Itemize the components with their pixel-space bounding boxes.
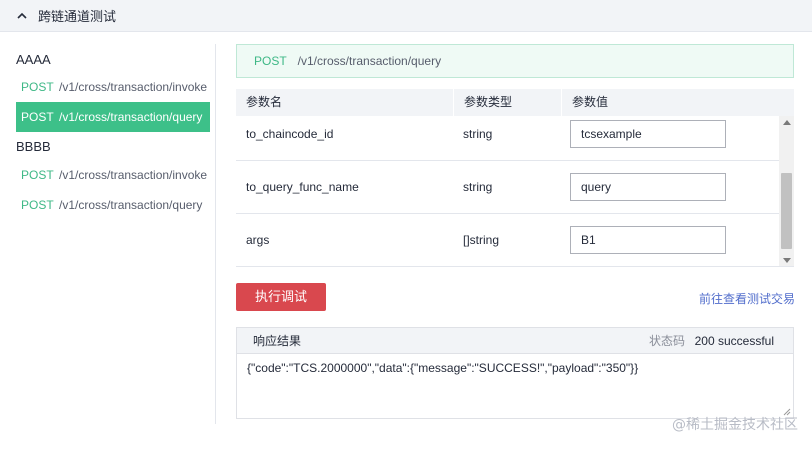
panel-title: 跨链通道测试 <box>38 9 117 24</box>
response-body[interactable]: {"code":"TCS.2000000","data":{"message":… <box>247 361 638 375</box>
api-item-invoke[interactable]: POST /v1/cross/transaction/invoke <box>16 72 210 102</box>
chevron-up-icon[interactable] <box>16 10 28 22</box>
response-panel: 响应结果 状态码 200 successful {"code":"TCS.200… <box>236 327 794 419</box>
endpoint-bar: POST /v1/cross/transaction/query <box>236 44 794 78</box>
panel-header[interactable]: 跨链通道测试 <box>0 0 812 32</box>
param-type: string <box>463 127 493 141</box>
api-path: /v1/cross/transaction/query <box>59 110 203 124</box>
group-label-aaaa: AAAA <box>16 52 51 67</box>
scrollbar-thumb[interactable] <box>781 173 792 249</box>
api-path: /v1/cross/transaction/query <box>59 198 203 212</box>
endpoint-path: /v1/cross/transaction/query <box>297 54 442 68</box>
table-scrollbar[interactable] <box>779 116 794 266</box>
params-table: 参数名 参数类型 参数值 to_chaincode_id string tcse… <box>236 89 794 267</box>
response-header: 响应结果 状态码 200 successful <box>237 328 793 354</box>
view-test-transaction-link[interactable]: 前往查看测试交易 <box>699 290 795 307</box>
group-label-bbbb: BBBB <box>16 139 51 154</box>
status-code-value: 200 successful <box>694 334 774 348</box>
table-row: args []string B1 <box>236 214 779 266</box>
param-value-input[interactable]: B1 <box>570 226 726 254</box>
param-value-input[interactable]: tcsexample <box>570 120 726 148</box>
table-row: to_chaincode_id string tcsexample <box>236 108 779 161</box>
watermark: @稀土掘金技术社区 <box>672 417 798 433</box>
api-method: POST <box>21 168 54 182</box>
api-item-query[interactable]: POST /v1/cross/transaction/query <box>16 190 210 220</box>
response-title: 响应结果 <box>253 334 302 348</box>
param-name: args <box>246 233 270 247</box>
table-row: to_query_func_name string query <box>236 161 779 214</box>
api-item-query-active[interactable]: POST /v1/cross/transaction/query <box>16 102 210 132</box>
param-type: []string <box>463 233 500 247</box>
param-type: string <box>463 180 493 194</box>
scroll-up-arrow-icon[interactable] <box>783 120 791 125</box>
status-code-label: 状态码 <box>648 334 685 348</box>
api-method: POST <box>21 80 54 94</box>
param-name: to_chaincode_id <box>246 127 334 141</box>
scroll-down-arrow-icon[interactable] <box>783 258 791 263</box>
api-sidebar: AAAA POST /v1/cross/transaction/invoke P… <box>0 44 216 424</box>
api-item-invoke[interactable]: POST /v1/cross/transaction/invoke <box>16 160 210 190</box>
api-method: POST <box>21 110 54 124</box>
api-path: /v1/cross/transaction/invoke <box>59 80 208 94</box>
endpoint-method: POST <box>254 54 287 68</box>
api-path: /v1/cross/transaction/invoke <box>59 168 208 182</box>
param-name: to_query_func_name <box>246 180 359 194</box>
api-method: POST <box>21 198 54 212</box>
param-value-input[interactable]: query <box>570 173 726 201</box>
execute-debug-button[interactable]: 执行调试 <box>236 283 326 311</box>
